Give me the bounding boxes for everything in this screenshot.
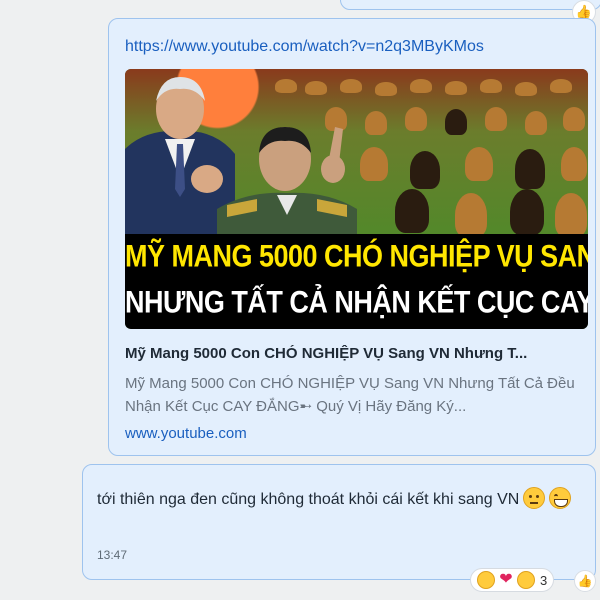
grinning-face-icon bbox=[549, 487, 572, 509]
message-text: tới thiên nga đen cũng không thoát khỏi … bbox=[97, 491, 520, 508]
wow-face-icon bbox=[517, 571, 535, 589]
message-text-container: tới thiên nga đen cũng không thoát khỏi … bbox=[97, 485, 577, 515]
military-officer-figure bbox=[217, 127, 357, 249]
previous-message-bubble-edge bbox=[340, 0, 600, 10]
thumbnail-caption-line1: MỸ MANG 5000 CHÓ NGHIỆP VỤ SANG VN bbox=[125, 238, 588, 274]
link-domain[interactable]: www.youtube.com bbox=[125, 425, 247, 442]
thumbnail-caption-line2: NHƯNG TẤT CẢ NHẬN KẾT CỤC CAY ĐẮNG bbox=[125, 284, 588, 320]
link-url[interactable]: https://www.youtube.com/watch?v=n2q3MByK… bbox=[125, 38, 484, 56]
reactions-summary[interactable]: ❤ 3 bbox=[470, 568, 555, 592]
video-thumbnail[interactable]: MỸ MANG 5000 CHÓ NGHIỆP VỤ SANG VN NHƯNG… bbox=[125, 69, 588, 329]
link-title[interactable]: Mỹ Mang 5000 Con CHÓ NGHIỆP VỤ Sang VN N… bbox=[125, 345, 585, 362]
text-message-bubble[interactable]: tới thiên nga đen cũng không thoát khỏi … bbox=[82, 464, 596, 580]
thinking-face-icon bbox=[523, 487, 546, 509]
laughing-face-icon bbox=[477, 571, 495, 589]
message-timestamp: 13:47 bbox=[97, 548, 128, 562]
like-reaction-button[interactable]: 👍 bbox=[574, 570, 596, 592]
thumbnail-photo bbox=[125, 69, 588, 249]
thumbs-up-icon: 👍 bbox=[577, 574, 593, 588]
link-message-bubble[interactable]: https://www.youtube.com/watch?v=n2q3MByK… bbox=[108, 18, 596, 456]
reaction-count: 3 bbox=[540, 572, 548, 588]
heart-icon: ❤ bbox=[499, 571, 513, 588]
link-description: Mỹ Mang 5000 Con CHÓ NGHIỆP VỤ Sang VN N… bbox=[125, 375, 575, 415]
